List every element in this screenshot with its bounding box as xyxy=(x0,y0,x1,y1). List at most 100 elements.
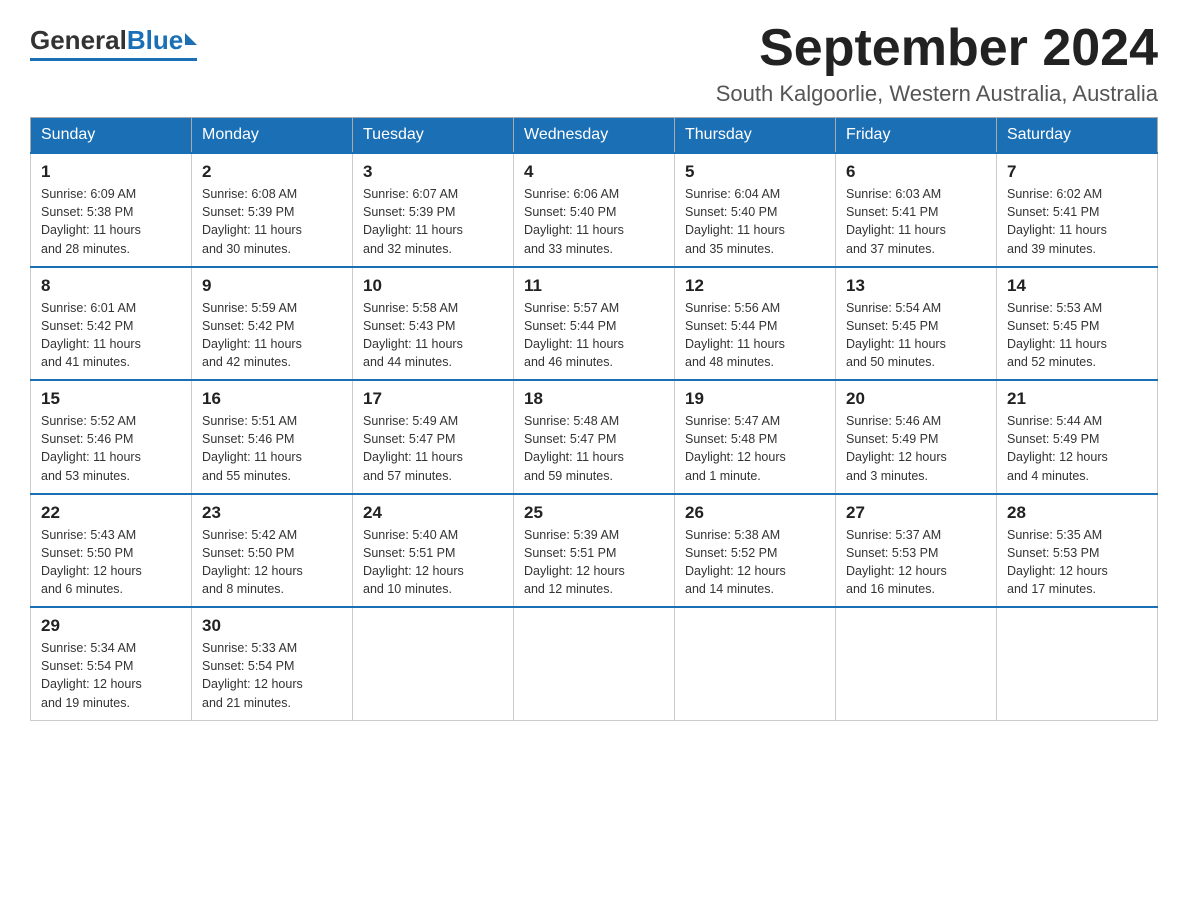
calendar-cell: 30 Sunrise: 5:33 AMSunset: 5:54 PMDayligh… xyxy=(192,607,353,720)
day-number: 20 xyxy=(846,389,986,409)
day-number: 19 xyxy=(685,389,825,409)
day-info: Sunrise: 5:59 AMSunset: 5:42 PMDaylight:… xyxy=(202,299,342,372)
logo-general-text: General xyxy=(30,25,127,56)
day-number: 6 xyxy=(846,162,986,182)
day-info: Sunrise: 5:57 AMSunset: 5:44 PMDaylight:… xyxy=(524,299,664,372)
calendar-cell: 8Sunrise: 6:01 AMSunset: 5:42 PMDaylight… xyxy=(31,267,192,381)
day-number: 23 xyxy=(202,503,342,523)
month-title: September 2024 xyxy=(716,20,1158,77)
week-row-3: 15Sunrise: 5:52 AMSunset: 5:46 PMDayligh… xyxy=(31,380,1158,494)
day-number: 3 xyxy=(363,162,503,182)
calendar-cell: 4Sunrise: 6:06 AMSunset: 5:40 PMDaylight… xyxy=(514,153,675,267)
day-info: Sunrise: 6:06 AMSunset: 5:40 PMDaylight:… xyxy=(524,185,664,258)
day-number: 17 xyxy=(363,389,503,409)
day-info: Sunrise: 5:37 AMSunset: 5:53 PMDaylight:… xyxy=(846,526,986,599)
calendar-cell: 1 Sunrise: 6:09 AMSunset: 5:38 PMDaylight… xyxy=(31,153,192,267)
day-info: Sunrise: 6:04 AMSunset: 5:40 PMDaylight:… xyxy=(685,185,825,258)
day-info: Sunrise: 5:44 AMSunset: 5:49 PMDaylight:… xyxy=(1007,412,1147,485)
day-info: Sunrise: 5:38 AMSunset: 5:52 PMDaylight:… xyxy=(685,526,825,599)
day-number: 30 xyxy=(202,616,342,636)
day-number: 24 xyxy=(363,503,503,523)
day-info: Sunrise: 5:46 AMSunset: 5:49 PMDaylight:… xyxy=(846,412,986,485)
day-number: 7 xyxy=(1007,162,1147,182)
day-info: Sunrise: 5:34 AMSunset: 5:54 PMDaylight:… xyxy=(41,639,181,712)
calendar-cell: 7 Sunrise: 6:02 AMSunset: 5:41 PMDaylight… xyxy=(997,153,1158,267)
day-info: Sunrise: 5:48 AMSunset: 5:47 PMDaylight:… xyxy=(524,412,664,485)
day-number: 18 xyxy=(524,389,664,409)
calendar-cell: 28 Sunrise: 5:35 AMSunset: 5:53 PMDayligh… xyxy=(997,494,1158,608)
day-info: Sunrise: 5:49 AMSunset: 5:47 PMDaylight:… xyxy=(363,412,503,485)
day-number: 26 xyxy=(685,503,825,523)
calendar-cell: 9 Sunrise: 5:59 AMSunset: 5:42 PMDaylight… xyxy=(192,267,353,381)
day-info: Sunrise: 6:03 AMSunset: 5:41 PMDaylight:… xyxy=(846,185,986,258)
day-number: 27 xyxy=(846,503,986,523)
calendar-cell xyxy=(514,607,675,720)
calendar-cell: 23Sunrise: 5:42 AMSunset: 5:50 PMDayligh… xyxy=(192,494,353,608)
calendar-cell: 18 Sunrise: 5:48 AMSunset: 5:47 PMDayligh… xyxy=(514,380,675,494)
header-thursday: Thursday xyxy=(675,118,836,154)
header-sunday: Sunday xyxy=(31,118,192,154)
title-area: September 2024 South Kalgoorlie, Western… xyxy=(716,20,1158,107)
day-info: Sunrise: 5:54 AMSunset: 5:45 PMDaylight:… xyxy=(846,299,986,372)
day-info: Sunrise: 6:02 AMSunset: 5:41 PMDaylight:… xyxy=(1007,185,1147,258)
week-row-5: 29Sunrise: 5:34 AMSunset: 5:54 PMDayligh… xyxy=(31,607,1158,720)
calendar-cell xyxy=(997,607,1158,720)
logo-blue-part: Blue xyxy=(127,25,197,56)
day-number: 21 xyxy=(1007,389,1147,409)
day-number: 14 xyxy=(1007,276,1147,296)
calendar-cell: 25Sunrise: 5:39 AMSunset: 5:51 PMDayligh… xyxy=(514,494,675,608)
calendar-cell: 2 Sunrise: 6:08 AMSunset: 5:39 PMDaylight… xyxy=(192,153,353,267)
calendar-cell: 15Sunrise: 5:52 AMSunset: 5:46 PMDayligh… xyxy=(31,380,192,494)
weekday-header-row: Sunday Monday Tuesday Wednesday Thursday… xyxy=(31,118,1158,154)
day-number: 25 xyxy=(524,503,664,523)
calendar-cell: 20 Sunrise: 5:46 AMSunset: 5:49 PMDayligh… xyxy=(836,380,997,494)
calendar-cell: 16 Sunrise: 5:51 AMSunset: 5:46 PMDayligh… xyxy=(192,380,353,494)
day-number: 28 xyxy=(1007,503,1147,523)
day-info: Sunrise: 6:09 AMSunset: 5:38 PMDaylight:… xyxy=(41,185,181,258)
week-row-2: 8Sunrise: 6:01 AMSunset: 5:42 PMDaylight… xyxy=(31,267,1158,381)
day-number: 5 xyxy=(685,162,825,182)
day-info: Sunrise: 6:07 AMSunset: 5:39 PMDaylight:… xyxy=(363,185,503,258)
logo: General Blue xyxy=(30,20,197,61)
calendar-cell: 12Sunrise: 5:56 AMSunset: 5:44 PMDayligh… xyxy=(675,267,836,381)
day-number: 13 xyxy=(846,276,986,296)
day-number: 9 xyxy=(202,276,342,296)
day-info: Sunrise: 5:35 AMSunset: 5:53 PMDaylight:… xyxy=(1007,526,1147,599)
calendar-cell: 21 Sunrise: 5:44 AMSunset: 5:49 PMDayligh… xyxy=(997,380,1158,494)
day-info: Sunrise: 6:08 AMSunset: 5:39 PMDaylight:… xyxy=(202,185,342,258)
calendar-cell: 13 Sunrise: 5:54 AMSunset: 5:45 PMDayligh… xyxy=(836,267,997,381)
calendar-cell: 6 Sunrise: 6:03 AMSunset: 5:41 PMDaylight… xyxy=(836,153,997,267)
day-number: 11 xyxy=(524,276,664,296)
calendar-cell: 14Sunrise: 5:53 AMSunset: 5:45 PMDayligh… xyxy=(997,267,1158,381)
day-info: Sunrise: 5:33 AMSunset: 5:54 PMDaylight:… xyxy=(202,639,342,712)
day-number: 12 xyxy=(685,276,825,296)
day-number: 1 xyxy=(41,162,181,182)
calendar-cell: 3 Sunrise: 6:07 AMSunset: 5:39 PMDaylight… xyxy=(353,153,514,267)
page-header: General Blue September 2024 South Kalgoo… xyxy=(30,20,1158,107)
calendar-cell: 19 Sunrise: 5:47 AMSunset: 5:48 PMDayligh… xyxy=(675,380,836,494)
calendar-cell xyxy=(836,607,997,720)
calendar-cell xyxy=(675,607,836,720)
calendar-cell: 22 Sunrise: 5:43 AMSunset: 5:50 PMDayligh… xyxy=(31,494,192,608)
day-number: 10 xyxy=(363,276,503,296)
header-wednesday: Wednesday xyxy=(514,118,675,154)
day-info: Sunrise: 5:47 AMSunset: 5:48 PMDaylight:… xyxy=(685,412,825,485)
day-info: Sunrise: 5:40 AMSunset: 5:51 PMDaylight:… xyxy=(363,526,503,599)
day-number: 16 xyxy=(202,389,342,409)
logo-underline xyxy=(30,58,197,61)
calendar-cell: 27 Sunrise: 5:37 AMSunset: 5:53 PMDayligh… xyxy=(836,494,997,608)
header-friday: Friday xyxy=(836,118,997,154)
day-info: Sunrise: 5:51 AMSunset: 5:46 PMDaylight:… xyxy=(202,412,342,485)
day-number: 2 xyxy=(202,162,342,182)
calendar-cell: 10 Sunrise: 5:58 AMSunset: 5:43 PMDayligh… xyxy=(353,267,514,381)
day-number: 22 xyxy=(41,503,181,523)
day-info: Sunrise: 5:58 AMSunset: 5:43 PMDaylight:… xyxy=(363,299,503,372)
calendar-cell: 29Sunrise: 5:34 AMSunset: 5:54 PMDayligh… xyxy=(31,607,192,720)
calendar-cell: 26 Sunrise: 5:38 AMSunset: 5:52 PMDayligh… xyxy=(675,494,836,608)
header-saturday: Saturday xyxy=(997,118,1158,154)
logo-triangle-icon xyxy=(185,33,197,45)
calendar-table: Sunday Monday Tuesday Wednesday Thursday… xyxy=(30,117,1158,721)
week-row-4: 22 Sunrise: 5:43 AMSunset: 5:50 PMDayligh… xyxy=(31,494,1158,608)
day-info: Sunrise: 5:43 AMSunset: 5:50 PMDaylight:… xyxy=(41,526,181,599)
day-number: 8 xyxy=(41,276,181,296)
